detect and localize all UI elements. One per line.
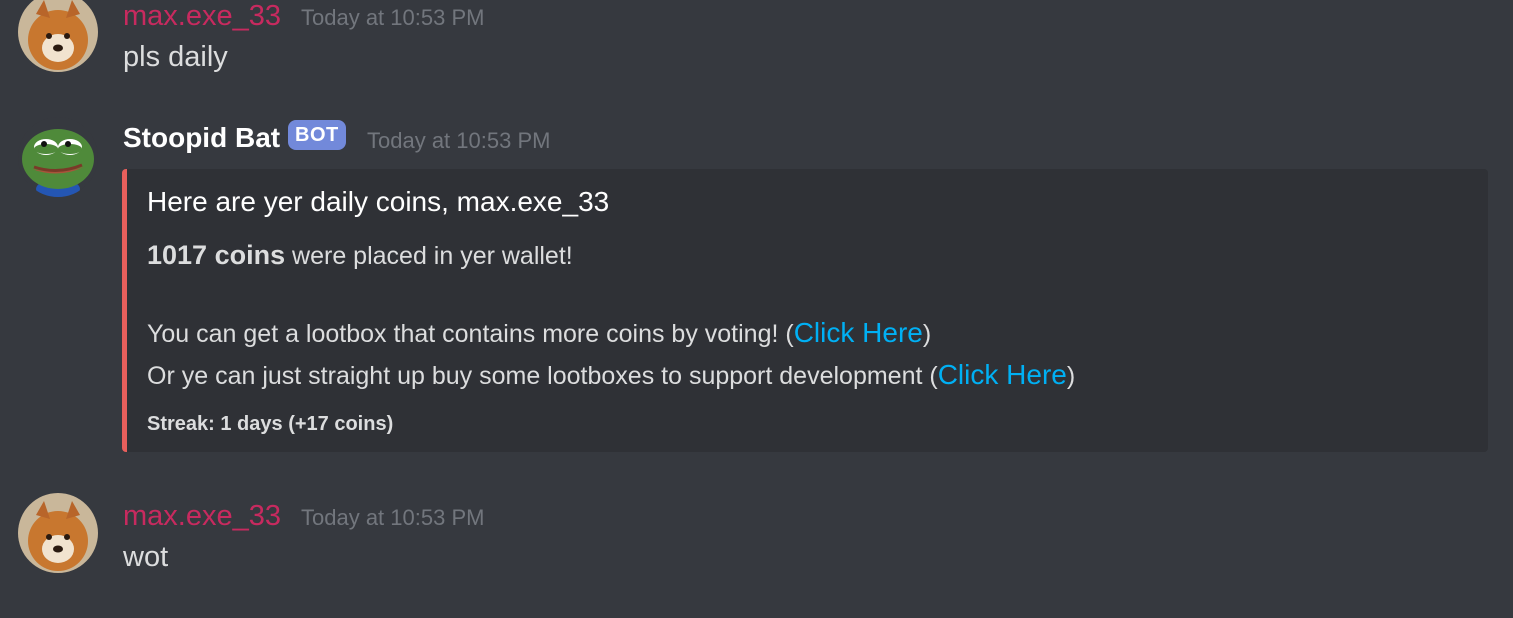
vote-link[interactable]: Click Here xyxy=(794,317,923,348)
vote-text: You can get a lootbox that contains more… xyxy=(147,320,794,348)
coins-amount: 1017 coins xyxy=(147,240,286,270)
vote-close: ) xyxy=(922,320,932,348)
coins-text: were placed in yer wallet! xyxy=(285,242,573,270)
buy-close: ) xyxy=(1066,362,1076,390)
username[interactable]: max.exe_33 xyxy=(123,2,281,31)
embed-footer: Streak: 1 days (+17 coins) xyxy=(147,413,394,435)
bot-username[interactable]: Stoopid Bat xyxy=(123,124,280,152)
chat-messages: max.exe_33 Today at 10:53 PM pls daily S… xyxy=(0,0,1513,618)
user-avatar[interactable] xyxy=(18,493,98,573)
buy-text: Or ye can just straight up buy some loot… xyxy=(147,362,938,390)
user-avatar[interactable] xyxy=(18,0,98,72)
timestamp: Today at 10:53 PM xyxy=(301,505,485,530)
timestamp: Today at 10:53 PM xyxy=(301,5,485,30)
embed-vote-line: You can get a lootbox that contains more… xyxy=(147,319,931,347)
username[interactable]: max.exe_33 xyxy=(123,502,281,531)
message-text: pls daily xyxy=(123,41,228,73)
embed-buy-line: Or ye can just straight up buy some loot… xyxy=(147,361,1075,389)
buy-link[interactable]: Click Here xyxy=(938,359,1067,390)
bot-embed: Here are yer daily coins, max.exe_33 101… xyxy=(122,169,1488,452)
bot-tag: BOT xyxy=(288,120,346,150)
timestamp: Today at 10:53 PM xyxy=(367,128,551,153)
bot-avatar[interactable] xyxy=(18,117,98,197)
embed-title: Here are yer daily coins, max.exe_33 xyxy=(147,186,610,217)
embed-coins-line: 1017 coins were placed in yer wallet! xyxy=(147,242,573,269)
message-text: wot xyxy=(123,541,169,573)
